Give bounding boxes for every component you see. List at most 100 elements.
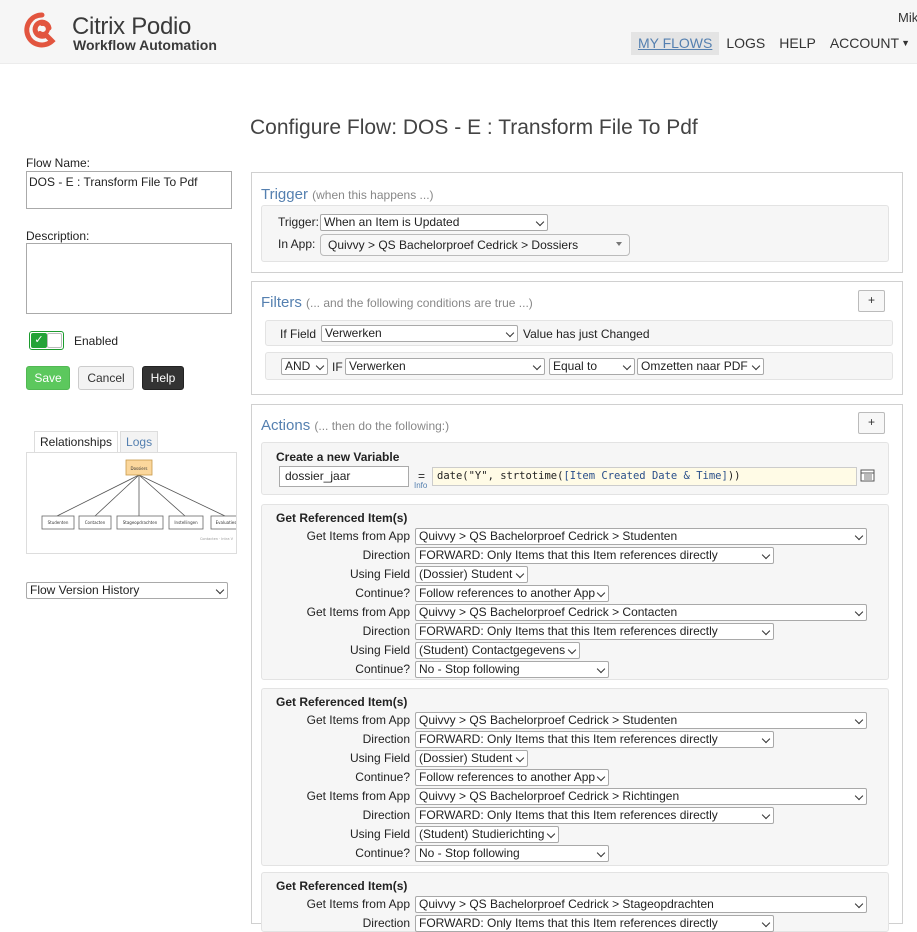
and-select[interactable]: AND [281, 358, 328, 375]
page-title: Configure Flow: DOS - E : Transform File… [250, 116, 698, 139]
add-filter-button[interactable]: + [858, 290, 885, 312]
continue-label: Continue? [355, 586, 410, 600]
expr-field-token[interactable]: [Item Created Date & Time] [563, 470, 727, 482]
direction-select[interactable]: FORWARD: Only Items that this Item refer… [415, 623, 774, 640]
info-link[interactable]: Info [414, 481, 427, 490]
block-title: Get Referenced Item(s) [276, 511, 408, 525]
save-button[interactable]: Save [26, 366, 70, 390]
trigger-hint: (when this happens ...) [312, 188, 434, 202]
direction-label: Direction [362, 808, 410, 822]
get-items-select[interactable]: Quivvy > QS Bachelorproef Cedrick > Rich… [415, 788, 867, 805]
using-field-label: Using Field [349, 643, 410, 657]
expr-prefix: date("Y", strtotime( [437, 470, 564, 482]
podio-logo-icon [24, 12, 56, 48]
diagram-footer: Contacten · Intra V [200, 537, 234, 541]
trigger-title: Trigger (when this happens ...) [261, 186, 434, 203]
get-items-select[interactable]: Quivvy > QS Bachelorproef Cedrick > Cont… [415, 604, 867, 621]
using-field-select[interactable]: (Dossier) Student [415, 566, 528, 583]
continue-select[interactable]: No - Stop following [415, 661, 609, 678]
block-title: Get Referenced Item(s) [276, 695, 408, 709]
using-field-label: Using Field [349, 751, 410, 765]
if-field-label: If Field [280, 327, 317, 341]
filters-panel: Filters (... and the following condition… [251, 281, 903, 395]
field-picker-icon[interactable] [860, 469, 876, 483]
filter-field-select[interactable]: Verwerken [345, 358, 545, 375]
operator-select[interactable]: Equal to [549, 358, 635, 375]
direction-label: Direction [362, 916, 410, 930]
relationships-diagram: Dossiers Studenten Contacten Stageopdrac… [26, 452, 237, 554]
flow-name-label: Flow Name: [26, 156, 91, 170]
block-title: Get Referenced Item(s) [276, 879, 408, 893]
actions-hint: (... then do the following:) [314, 419, 450, 433]
flow-name-input[interactable]: DOS - E : Transform File To Pdf [26, 171, 232, 209]
diagram-node-label: Contacten [85, 520, 106, 525]
nav-account[interactable]: ACCOUNT ▼ [823, 32, 917, 55]
description-input[interactable] [26, 243, 232, 314]
get-items-label: Get Items from App [306, 529, 410, 543]
diagram-node-label: Studenten [48, 520, 69, 525]
tab-relationships[interactable]: Relationships [34, 431, 119, 452]
direction-select[interactable]: FORWARD: Only Items that this Item refer… [415, 731, 774, 748]
get-items-select[interactable]: Quivvy > QS Bachelorproef Cedrick > Stud… [415, 528, 867, 545]
continue-select[interactable]: Follow references to another App [415, 585, 609, 602]
trigger-panel: Trigger (when this happens ...) Trigger:… [251, 172, 903, 273]
continue-select[interactable]: No - Stop following [415, 845, 609, 862]
direction-select[interactable]: FORWARD: Only Items that this Item refer… [415, 547, 774, 564]
nav-help[interactable]: HELP [772, 32, 823, 55]
check-icon: ✓ [31, 333, 47, 348]
cancel-button[interactable]: Cancel [78, 366, 134, 390]
using-field-label: Using Field [349, 827, 410, 841]
top-header: Citrix Podio Workflow Automation Mik MY … [0, 0, 917, 64]
filters-title-text: Filters [261, 294, 302, 311]
get-items-select[interactable]: Quivvy > QS Bachelorproef Cedrick > Stag… [415, 896, 867, 913]
help-button[interactable]: Help [142, 366, 184, 390]
variable-name-input[interactable]: dossier_jaar [279, 466, 409, 487]
get-items-label: Get Items from App [306, 789, 410, 803]
changed-text: Value has just Changed [523, 327, 650, 341]
nav-my-flows[interactable]: MY FLOWS [630, 32, 720, 55]
expr-suffix: )) [727, 470, 741, 482]
variable-expression-input[interactable]: date("Y", strtotime([Item Created Date &… [432, 467, 857, 486]
trigger-title-text: Trigger [261, 186, 308, 203]
using-field-select[interactable]: (Student) Studierichting [415, 826, 559, 843]
if-field-select[interactable]: Verwerken [321, 325, 518, 342]
get-items-label: Get Items from App [306, 605, 410, 619]
tab-logs[interactable]: Logs [120, 431, 159, 452]
direction-label: Direction [362, 548, 410, 562]
filters-hint: (... and the following conditions are tr… [306, 296, 533, 310]
actions-panel: Actions (... then do the following:) + C… [251, 404, 903, 932]
trigger-label: Trigger: [278, 215, 319, 229]
left-tabs: Relationships Logs [34, 431, 160, 452]
actions-title: Actions (... then do the following:) [261, 417, 449, 434]
if-label: IF [332, 360, 343, 374]
nav-account-label: ACCOUNT [829, 35, 900, 51]
using-field-select[interactable]: (Dossier) Student [415, 750, 528, 767]
trigger-select[interactable]: When an Item is Updated [320, 214, 548, 231]
nav-logs[interactable]: LOGS [719, 32, 772, 55]
main-nav: MY FLOWS LOGS HELP ACCOUNT ▼ [630, 32, 917, 55]
diagram-node-label: Instellingen [174, 520, 198, 525]
brand-subtitle: Workflow Automation [73, 37, 217, 53]
direction-label: Direction [362, 624, 410, 638]
continue-select[interactable]: Follow references to another App [415, 769, 609, 786]
direction-select[interactable]: FORWARD: Only Items that this Item refer… [415, 915, 774, 932]
flow-version-history-select[interactable]: Flow Version History [26, 582, 228, 599]
get-items-label: Get Items from App [306, 713, 410, 727]
continue-label: Continue? [355, 662, 410, 676]
add-action-button[interactable]: + [858, 412, 885, 434]
in-app-select[interactable]: Quivvy > QS Bachelorproef Cedrick > Doss… [320, 234, 630, 256]
using-field-select[interactable]: (Student) Contactgegevens [415, 642, 580, 659]
diagram-root-label: Dossiers [131, 466, 148, 471]
referenced-items-block: Get Referenced Item(s) Get Items from Ap… [261, 872, 889, 932]
compare-value-select[interactable]: Omzetten naar PDF [637, 358, 764, 375]
direction-select[interactable]: FORWARD: Only Items that this Item refer… [415, 807, 774, 824]
get-items-label: Get Items from App [306, 897, 410, 911]
diagram-node-label: Stageopdrachten [123, 520, 158, 525]
filter-row-2: AND IF Verwerken Equal to Omzetten naar … [265, 352, 893, 380]
trigger-box: Trigger: When an Item is Updated In App:… [261, 205, 889, 262]
get-items-select[interactable]: Quivvy > QS Bachelorproef Cedrick > Stud… [415, 712, 867, 729]
filter-row-1: If Field Verwerken Value has just Change… [265, 320, 893, 346]
user-name[interactable]: Mik [898, 10, 917, 25]
referenced-items-block: Get Referenced Item(s) Get Items from Ap… [261, 688, 889, 866]
enabled-toggle[interactable]: ✓ [29, 331, 64, 350]
